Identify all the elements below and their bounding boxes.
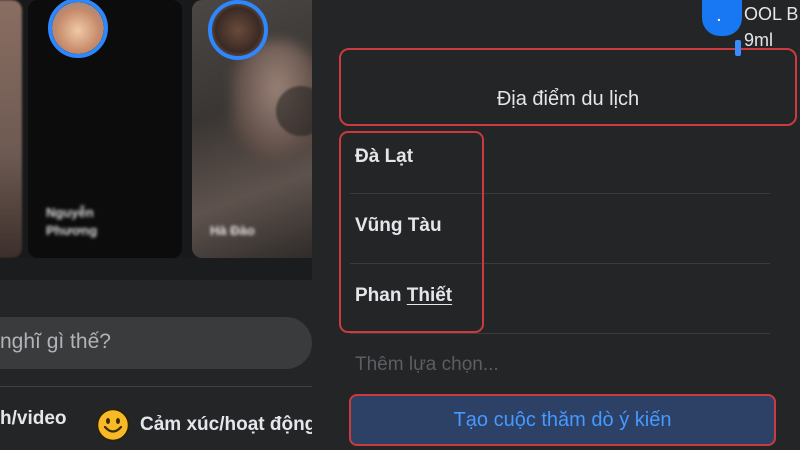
- story-card[interactable]: Hà Đào: [192, 0, 312, 258]
- photo-video-label: h/video: [0, 408, 67, 429]
- stories-row: Nguyễn Phương Hà Đào: [0, 0, 312, 258]
- create-poll-label: Tạo cuộc thăm dò ý kiến: [453, 409, 672, 431]
- notification-chip[interactable]: .: [702, 0, 742, 36]
- poll-question-text: Địa điểm du lịch: [496, 88, 640, 110]
- composer-placeholder: nghĩ gì thế?: [0, 330, 111, 353]
- smiley-icon: [96, 408, 130, 442]
- avatar: [48, 0, 108, 58]
- composer-input[interactable]: nghĩ gì thế?: [0, 317, 312, 369]
- story-card[interactable]: Nguyễn Phương: [28, 0, 182, 258]
- post-composer: nghĩ gì thế? h/video Cảm xúc/hoạt động: [0, 280, 312, 450]
- story-card[interactable]: [0, 0, 22, 258]
- poll-question-input[interactable]: Địa điểm du lịch: [339, 48, 797, 126]
- story-author-name: Hà Đào: [210, 223, 255, 238]
- options-highlight: [339, 131, 484, 333]
- story-author-name: Nguyễn Phương: [46, 205, 98, 238]
- add-option-input[interactable]: Thêm lựa chọn...: [355, 354, 499, 376]
- avatar: [208, 0, 268, 60]
- feeling-activity-label: Cảm xúc/hoạt động: [140, 414, 312, 435]
- create-poll-button[interactable]: Tạo cuộc thăm dò ý kiến: [349, 394, 776, 446]
- background-text: 9ml: [744, 30, 774, 50]
- photo-video-button[interactable]: h/video: [0, 408, 67, 430]
- feed-divider: [0, 258, 312, 280]
- divider: [0, 386, 312, 387]
- divider: [350, 333, 770, 334]
- feeling-activity-button[interactable]: Cảm xúc/hoạt động: [96, 408, 312, 442]
- background-text: OOL B: [744, 4, 799, 24]
- news-feed: Nguyễn Phương Hà Đào nghĩ gì thế? h/vide…: [0, 0, 312, 450]
